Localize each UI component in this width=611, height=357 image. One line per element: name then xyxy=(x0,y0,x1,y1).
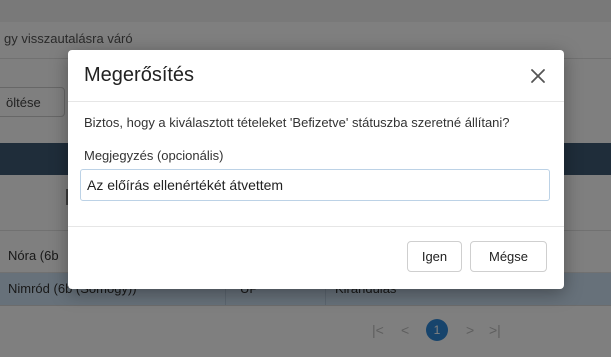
confirm-dialog: Megerősítés Biztos, hogy a kiválasztott … xyxy=(68,50,564,289)
dialog-header-divider xyxy=(68,101,564,102)
dialog-message: Biztos, hogy a kiválasztott tételeket 'B… xyxy=(84,115,510,130)
close-icon xyxy=(531,69,545,83)
note-input[interactable] xyxy=(80,169,550,201)
dialog-title: Megerősítés xyxy=(84,64,195,86)
note-label: Megjegyzés (opcionális) xyxy=(84,148,224,163)
page: gy visszautalásra váró öltése Nóra (6b N… xyxy=(0,0,611,357)
close-button[interactable] xyxy=(526,64,550,88)
confirm-yes-button[interactable]: Igen xyxy=(407,241,462,272)
cancel-button[interactable]: Mégse xyxy=(470,241,547,272)
dialog-footer-divider xyxy=(68,226,564,227)
